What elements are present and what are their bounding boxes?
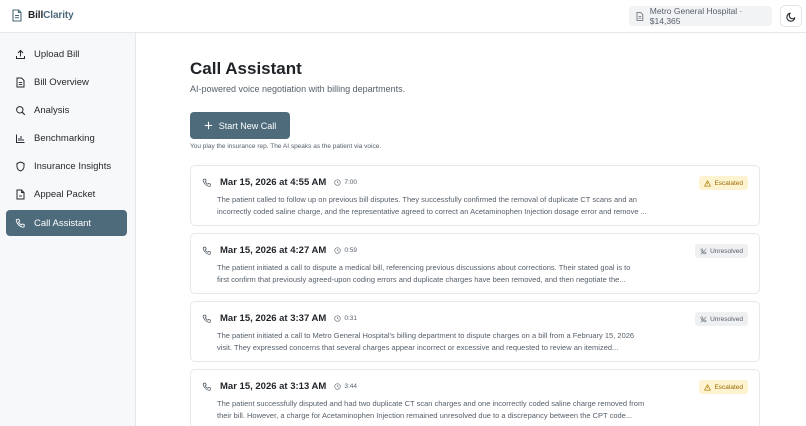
call-card[interactable]: Mar 15, 2026 at 3:37 AM 0:31 The patient… [190,301,760,362]
clock-icon [334,383,341,390]
phone-icon [202,178,211,187]
main-content: Call Assistant AI-powered voice negotiat… [136,33,806,426]
call-date: Mar 15, 2026 at 4:55 AM [220,177,327,188]
call-duration: 3:44 [334,383,357,390]
warning-icon [704,179,712,186]
status-badge-escalated: Escalated [699,380,748,394]
status-badge-escalated: Escalated [699,176,748,190]
search-icon [16,105,26,115]
brand-name-part1: Bill [28,10,44,21]
sidebar-item-label: Benchmarking [34,132,95,144]
shield-icon [16,160,25,172]
status-badge-label: Unresolved [710,247,743,255]
call-card-header: Mar 15, 2026 at 3:37 AM 0:31 [202,313,357,324]
call-hint-text: You play the insurance rep. The AI speak… [190,143,382,150]
status-badge-label: Escalated [714,383,743,391]
call-summary: The patient called to follow up on previ… [217,194,691,217]
call-summary-line: incorrectly coded saline charge, and the… [217,206,647,216]
status-badge-label: Unresolved [710,315,743,323]
brand-logo[interactable]: BillClarity [11,9,74,22]
call-date: Mar 15, 2026 at 3:13 AM [220,381,327,392]
phone-off-icon [700,315,707,323]
call-summary-line: The patient initiated a call to Metro Ge… [217,331,635,340]
upload-icon [16,49,25,59]
sidebar-item-bill-overview[interactable]: Bill Overview [6,69,127,95]
bar-chart-icon [16,134,25,143]
phone-off-icon [700,247,707,255]
document-logo-icon [12,9,22,22]
start-new-call-button[interactable]: Start New Call [190,112,290,139]
call-duration: 0:31 [334,315,357,322]
sidebar-item-label: Appeal Packet [34,188,96,200]
call-duration: 0:59 [334,247,357,254]
call-summary-line: visit. They expressed concerns that seve… [217,342,619,352]
call-summary: The patient initiated a call to Metro Ge… [217,330,691,353]
call-summary: The patient initiated a call to dispute … [217,262,691,285]
call-card-header: Mar 15, 2026 at 3:13 AM 3:44 [202,381,357,392]
status-badge-label: Escalated [714,179,743,187]
call-duration-value: 0:31 [344,315,357,322]
call-summary: The patient successfully disputed and ha… [217,398,691,421]
moon-icon [785,12,795,22]
clock-icon [334,315,341,322]
sidebar-item-insurance-insights[interactable]: Insurance Insights [6,153,127,179]
sidebar-item-call-assistant[interactable]: Call Assistant [6,210,127,236]
hospital-bill-chip[interactable]: Metro General Hospital · $14,365 [629,6,772,26]
call-summary-line: The patient successfully disputed and ha… [217,399,645,408]
warning-icon [704,383,712,390]
sidebar-item-label: Analysis [34,104,70,116]
status-badge-unresolved: Unresolved [695,312,748,326]
clock-icon [334,247,341,254]
call-summary-line: first confirm that previously agreed-upo… [217,274,626,284]
call-duration-value: 7:00 [344,179,357,186]
brand-name: BillClarity [28,10,74,21]
phone-icon [202,314,211,323]
status-badge-unresolved: Unresolved [695,244,748,258]
call-date: Mar 15, 2026 at 4:27 AM [220,245,327,256]
file-icon [16,189,25,199]
top-header: BillClarity Metro General Hospital · $14… [0,0,806,33]
call-summary-line: The patient initiated a call to dispute … [217,263,631,272]
sidebar-item-label: Insurance Insights [34,160,112,172]
page-subtitle: AI-powered voice negotiation with billin… [190,84,406,94]
brand-name-part2: Clarity [43,10,74,21]
phone-icon [202,382,211,391]
theme-toggle-button[interactable] [780,5,802,27]
document-icon [636,11,644,21]
call-card-header: Mar 15, 2026 at 4:55 AM 7:00 [202,177,357,188]
phone-icon [202,246,211,255]
document-icon [16,77,25,87]
call-duration-value: 3:44 [344,383,357,390]
call-card[interactable]: Mar 15, 2026 at 3:13 AM 3:44 The patient… [190,369,760,426]
call-summary-line: The patient called to follow up on previ… [217,195,637,204]
call-date: Mar 15, 2026 at 3:37 AM [220,313,327,324]
sidebar-item-analysis[interactable]: Analysis [6,97,127,123]
sidebar-item-label: Call Assistant [34,217,92,229]
hospital-chip-label: Metro General Hospital · $14,365 [649,6,743,26]
call-card[interactable]: Mar 15, 2026 at 4:55 AM 7:00 The patient… [190,165,760,226]
call-card-header: Mar 15, 2026 at 4:27 AM 0:59 [202,245,357,256]
sidebar-item-appeal-packet[interactable]: Appeal Packet [6,181,127,207]
start-new-call-label: Start New Call [218,120,277,131]
sidebar-item-benchmarking[interactable]: Benchmarking [6,125,127,151]
call-duration: 7:00 [334,179,357,186]
sidebar-item-upload-bill[interactable]: Upload Bill [6,41,127,67]
call-summary-line: their bill. However, a charge for Acetam… [217,410,633,420]
phone-icon [15,218,25,228]
sidebar: Upload Bill Bill Overview Analysis Bench… [0,33,136,426]
call-duration-value: 0:59 [344,247,357,254]
page-title: Call Assistant [190,59,302,78]
call-card[interactable]: Mar 15, 2026 at 4:27 AM 0:59 The patient… [190,233,760,294]
clock-icon [334,179,341,186]
sidebar-item-label: Upload Bill [34,48,80,60]
plus-icon [204,121,212,130]
sidebar-item-label: Bill Overview [34,76,89,88]
